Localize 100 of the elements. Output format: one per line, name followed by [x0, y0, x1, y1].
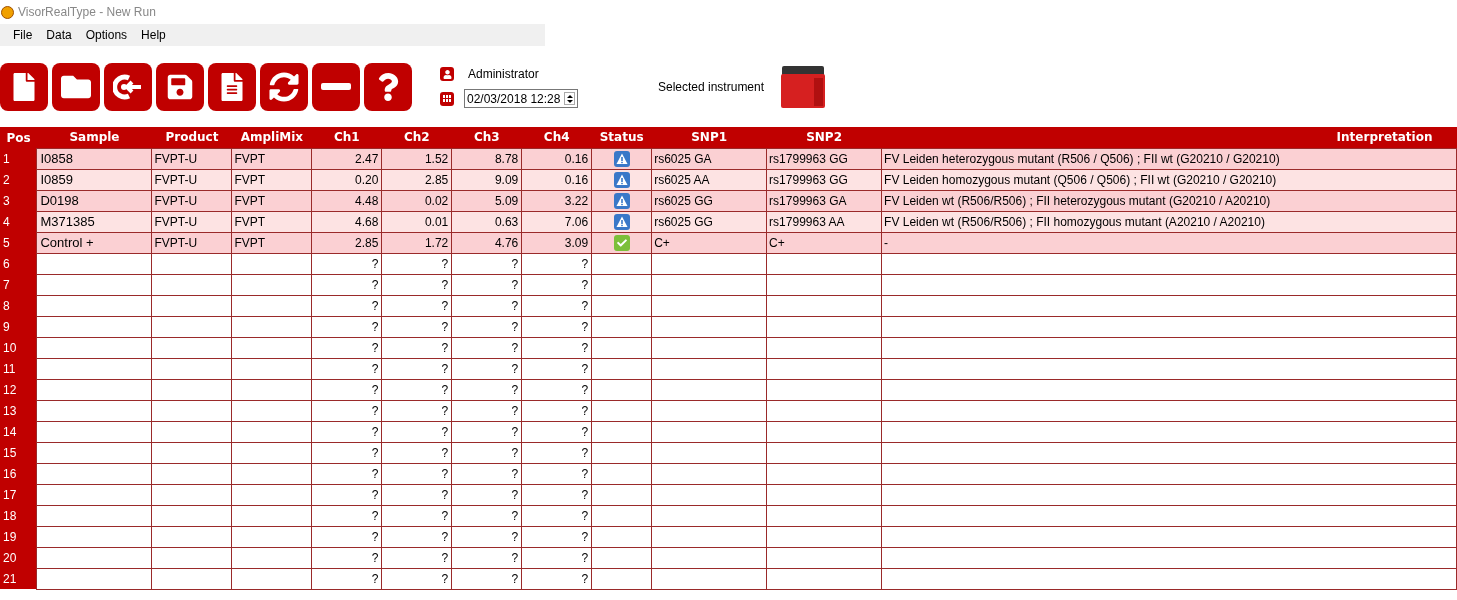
table-cell: FV Leiden homozygous mutant (Q506 / Q506) ; FII wt (G20210 / G20210): [881, 169, 1457, 190]
row-number: 10: [0, 337, 37, 358]
column-header: Interpretation: [881, 127, 1457, 148]
row-number: 16: [0, 463, 37, 484]
menu-item[interactable]: File: [6, 26, 40, 44]
table-cell: ?: [381, 484, 452, 505]
table-cell: ?: [381, 442, 452, 463]
table-cell: ?: [521, 526, 592, 547]
table-cell: FVPT-U: [151, 232, 232, 253]
table-cell: ?: [521, 568, 592, 589]
table-cell: ?: [521, 463, 592, 484]
table-cell: ?: [521, 379, 592, 400]
table-cell: rs6025 AA: [651, 169, 767, 190]
table-cell: ?: [451, 547, 522, 568]
toolbar-button[interactable]: [312, 62, 360, 111]
row-number: 21: [0, 568, 37, 589]
table-cell: ?: [521, 547, 592, 568]
table-cell: ?: [521, 505, 592, 526]
row-number: 5: [0, 232, 37, 253]
column-header: Ch2: [381, 127, 452, 148]
table-cell: 1.52: [381, 148, 452, 169]
table-cell: ?: [381, 421, 452, 442]
row-number: 4: [0, 211, 37, 232]
table-cell: ?: [451, 568, 522, 589]
table-cell: ?: [381, 337, 452, 358]
datetime-field[interactable]: 02/03/2018 12:28: [464, 89, 578, 108]
toolbar-button[interactable]: [208, 62, 256, 111]
table-cell: ?: [311, 295, 382, 316]
table-cell: 8.78: [451, 148, 522, 169]
table-cell: 0.16: [521, 148, 592, 169]
column-header: Sample: [37, 127, 152, 148]
app-logo-icon: [1, 5, 14, 19]
table-cell: FVPT: [231, 148, 312, 169]
user-name: Administrator: [468, 66, 539, 83]
row-number: 19: [0, 526, 37, 547]
table-cell: ?: [311, 421, 382, 442]
table-cell: ?: [381, 316, 452, 337]
row-number: 8: [0, 295, 37, 316]
table-cell: ?: [521, 274, 592, 295]
toolbar-button[interactable]: [364, 62, 412, 111]
column-header: SNP2: [766, 127, 882, 148]
table-cell: rs1799963 GG: [766, 148, 882, 169]
table-cell: rs1799963 AA: [766, 211, 882, 232]
toolbar-button[interactable]: [0, 62, 48, 111]
refresh-icon: [269, 71, 299, 102]
table-cell: FVPT: [231, 232, 312, 253]
table-cell: I0858: [37, 148, 152, 169]
calendar-icon: [440, 91, 454, 106]
table-cell: 0.16: [521, 169, 592, 190]
table-cell: rs6025 GG: [651, 211, 767, 232]
column-header: SNP1: [651, 127, 767, 148]
table-cell: ?: [451, 274, 522, 295]
table-cell: FVPT: [231, 211, 312, 232]
menu-item[interactable]: Help: [134, 26, 173, 44]
table-cell: ?: [521, 421, 592, 442]
menu-item[interactable]: Options: [78, 26, 135, 44]
table-cell: ?: [381, 505, 452, 526]
table-cell: ?: [311, 358, 382, 379]
table-cell: ?: [311, 505, 382, 526]
table-cell: ?: [311, 400, 382, 421]
menu-item[interactable]: Data: [39, 26, 79, 44]
table-cell: C+: [766, 232, 882, 253]
table-cell: I0859: [37, 169, 152, 190]
table-cell: ?: [381, 379, 452, 400]
table-cell: 0.63: [451, 211, 522, 232]
table-cell: ?: [451, 379, 522, 400]
table-cell: 3.09: [521, 232, 592, 253]
table-cell: FVPT: [231, 190, 312, 211]
table-cell: 2.47: [311, 148, 382, 169]
toolbar-button[interactable]: [260, 62, 308, 111]
table-cell: ?: [311, 484, 382, 505]
table-cell: ?: [311, 526, 382, 547]
table-cell: ?: [451, 463, 522, 484]
table-cell: ?: [451, 442, 522, 463]
table-cell: 0.20: [311, 169, 382, 190]
table-cell: Control +: [37, 232, 152, 253]
row-number: 6: [0, 253, 37, 274]
table-cell: ?: [451, 421, 522, 442]
table-cell: 3.22: [521, 190, 592, 211]
table-cell: M371385: [37, 211, 152, 232]
row-number: 14: [0, 421, 37, 442]
table-cell: ?: [521, 253, 592, 274]
table-cell: ?: [311, 274, 382, 295]
table-cell: ?: [451, 505, 522, 526]
table-cell: ?: [311, 547, 382, 568]
row-number: 2: [0, 169, 37, 190]
table-cell: FVPT-U: [151, 190, 232, 211]
table-cell: ?: [381, 295, 452, 316]
toolbar-button[interactable]: [104, 62, 152, 111]
row-number: 18: [0, 505, 37, 526]
table-cell: rs1799963 GA: [766, 190, 882, 211]
row-number: 11: [0, 358, 37, 379]
table-cell: ?: [381, 253, 452, 274]
window-title: VisorRealType - New Run: [18, 4, 156, 21]
table-cell: 2.85: [311, 232, 382, 253]
toolbar-button[interactable]: [52, 62, 100, 111]
row-number: 13: [0, 400, 37, 421]
table-cell: 7.06: [521, 211, 592, 232]
table-cell: ?: [521, 400, 592, 421]
toolbar-button[interactable]: [156, 62, 204, 111]
